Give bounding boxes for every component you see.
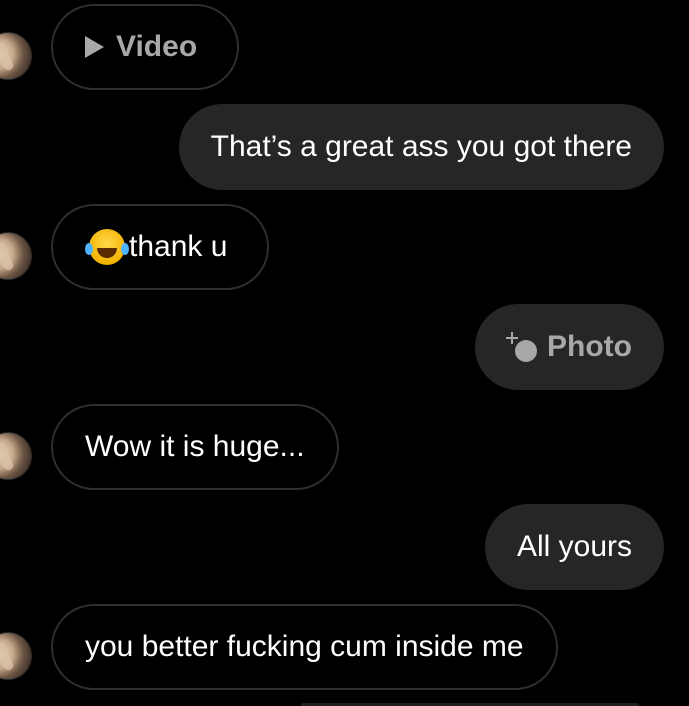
message-text: you better fucking cum inside me	[85, 630, 524, 663]
incoming-message-bubble[interactable]: Wow it is huge...	[51, 404, 339, 490]
sender-avatar[interactable]	[0, 32, 32, 80]
video-label: Video	[116, 30, 198, 63]
message-text: That’s a great ass you got there	[210, 130, 632, 163]
message-text: All yours	[516, 530, 632, 563]
message-row: Wow it is huge...	[0, 404, 689, 492]
play-icon	[85, 36, 104, 58]
outgoing-message-bubble[interactable]: That’s a great ass you got there	[178, 104, 664, 190]
incoming-message-bubble[interactable]: thank u	[51, 204, 269, 290]
message-text: thank u	[129, 230, 228, 263]
outgoing-message-bubble[interactable]: All yours	[484, 504, 664, 590]
sender-avatar[interactable]	[0, 632, 32, 680]
message-row: That’s a great ass you got there	[0, 104, 689, 192]
video-message-bubble[interactable]: Video	[51, 4, 239, 90]
photo-label: Photo	[547, 330, 632, 363]
message-row: Photo	[0, 304, 689, 392]
message-row: thank u	[0, 204, 689, 292]
message-row: All yours	[0, 504, 689, 592]
incoming-message-bubble[interactable]: you better fucking cum inside me	[51, 604, 558, 690]
sender-avatar[interactable]	[0, 432, 32, 480]
message-thread: Video That’s a great ass you got there t…	[0, 0, 689, 706]
photo-message-bubble[interactable]: Photo	[475, 304, 664, 390]
sender-avatar[interactable]	[0, 232, 32, 280]
laughing-emoji-icon	[85, 229, 125, 265]
message-row: you better fucking cum inside me	[0, 604, 689, 692]
photo-icon	[506, 332, 537, 362]
message-row: Video	[0, 4, 689, 92]
message-text: Wow it is huge...	[85, 430, 305, 463]
